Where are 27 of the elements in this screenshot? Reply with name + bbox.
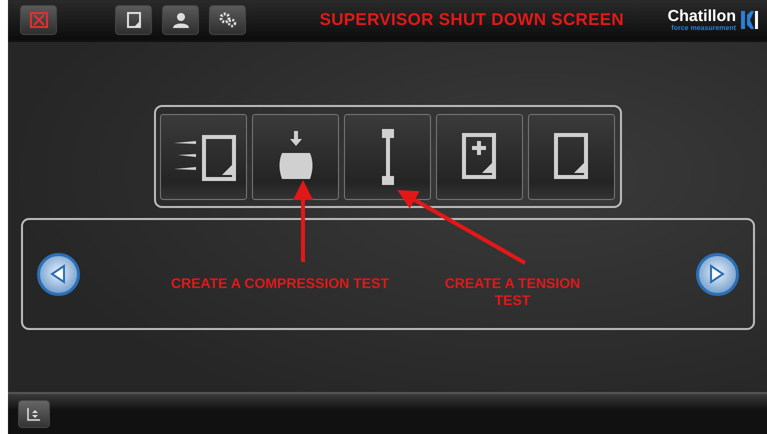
new-document-icon <box>462 132 498 180</box>
tension-icon <box>380 128 396 184</box>
next-button[interactable] <box>696 252 738 296</box>
document-icon <box>554 132 590 180</box>
right-arrow-icon <box>708 264 726 284</box>
document-icon <box>126 12 140 28</box>
settings-icon <box>218 12 236 28</box>
tile-button[interactable] <box>160 114 247 200</box>
screen-title: SUPERVISOR SHUT DOWN SCREEN <box>318 10 625 30</box>
left-arrow-icon <box>49 264 67 284</box>
close-button[interactable] <box>20 5 57 35</box>
previous-button[interactable] <box>36 252 80 296</box>
annotation-label: CREATE A TENSION TEST <box>444 275 582 309</box>
sort-button[interactable] <box>18 400 50 428</box>
sort-icon <box>27 407 41 421</box>
close-icon <box>30 12 48 28</box>
user-button[interactable] <box>162 5 199 35</box>
compression-button[interactable] <box>252 114 339 200</box>
document-button[interactable] <box>528 114 615 200</box>
logo-icon <box>739 9 759 31</box>
annotation-label: CREATE A COMPRESSION TEST <box>170 275 390 293</box>
logo-name: Chatillon <box>668 8 736 24</box>
user-icon <box>172 12 190 28</box>
document-button[interactable] <box>115 5 152 35</box>
new-document-button[interactable] <box>436 114 523 200</box>
settings-button[interactable] <box>209 5 246 35</box>
tension-button[interactable] <box>344 114 431 200</box>
